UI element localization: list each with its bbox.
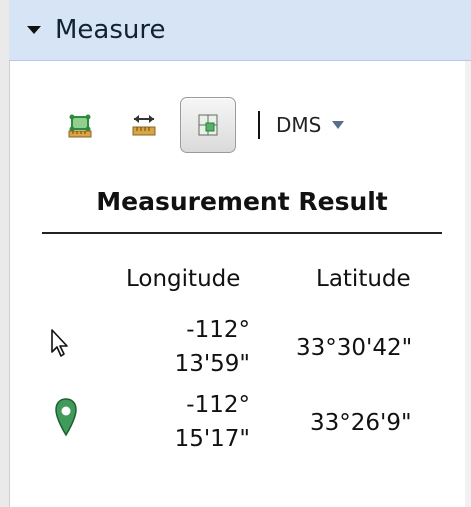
panel-scroll-track[interactable] bbox=[465, 61, 471, 507]
latitude-header: Latitude bbox=[316, 266, 411, 292]
row2-latitude: 33°26'9" bbox=[310, 410, 412, 436]
toolbar-separator bbox=[258, 111, 260, 139]
result-divider bbox=[42, 232, 442, 234]
row2-longitude-degrees: -112° bbox=[186, 392, 250, 418]
area-measure-icon bbox=[68, 114, 92, 138]
row1-longitude-minutes: 13'59" bbox=[174, 351, 250, 377]
panel-title: Measure bbox=[55, 15, 166, 45]
distance-measure-icon bbox=[132, 115, 156, 136]
unit-value: DMS bbox=[276, 113, 322, 137]
location-tool-button[interactable] bbox=[180, 97, 236, 153]
panel-left-edge bbox=[0, 0, 10, 507]
location-measure-icon bbox=[198, 114, 218, 136]
area-tool-button[interactable] bbox=[52, 97, 108, 153]
distance-tool-button[interactable] bbox=[116, 97, 172, 153]
row2-longitude-minutes: 15'17" bbox=[174, 426, 250, 452]
dropdown-caret-icon bbox=[332, 121, 345, 129]
row1-longitude-degrees: -112° bbox=[186, 317, 250, 343]
row1-latitude: 33°30'42" bbox=[296, 335, 413, 361]
unit-dropdown[interactable]: DMS bbox=[276, 113, 345, 137]
measure-toolbar: DMS bbox=[52, 95, 345, 155]
longitude-header: Longitude bbox=[126, 266, 241, 292]
measure-panel: Measure DMS Measurement Result Longitude… bbox=[0, 0, 471, 507]
measure-panel-header[interactable]: Measure bbox=[9, 0, 471, 61]
collapse-triangle-icon[interactable] bbox=[25, 21, 43, 39]
cursor-arrow-icon bbox=[51, 329, 68, 357]
map-pin-icon[interactable] bbox=[54, 397, 78, 437]
result-title: Measurement Result bbox=[96, 187, 388, 216]
